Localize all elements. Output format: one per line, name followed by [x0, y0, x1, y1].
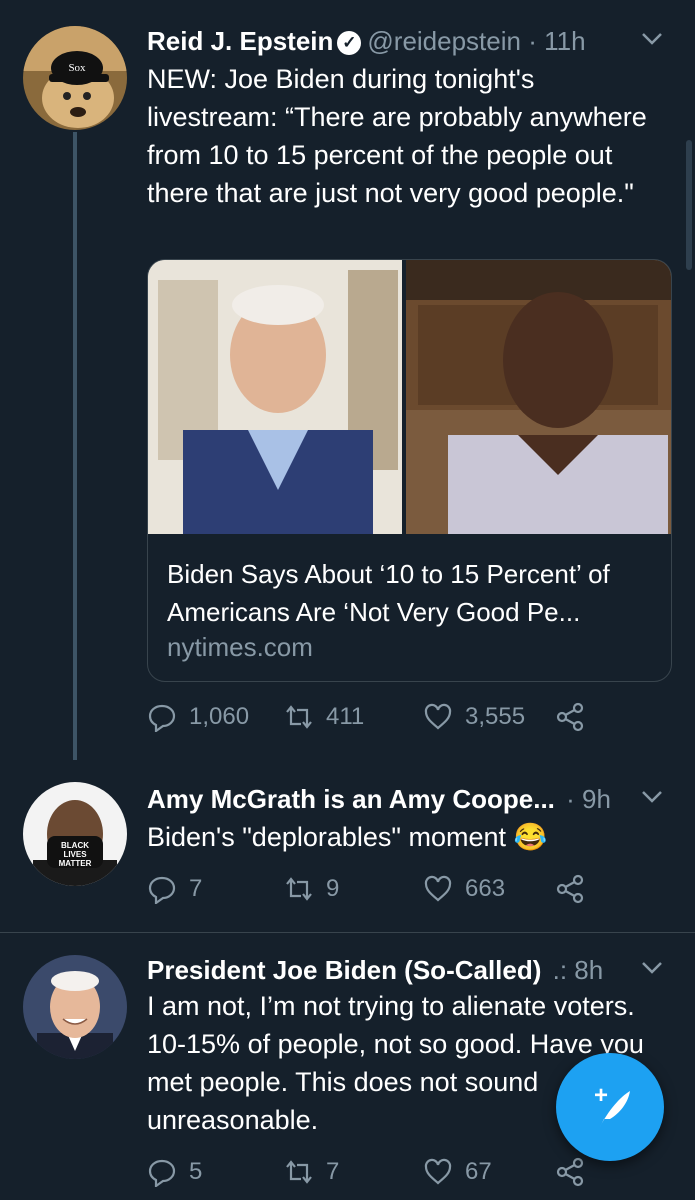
reply-count: 5: [189, 1158, 203, 1185]
retweet-count: 7: [326, 1158, 340, 1185]
reply-button[interactable]: 1,060: [147, 702, 249, 732]
reply-count: 1,060: [189, 703, 250, 730]
chevron-down-icon[interactable]: [639, 784, 665, 817]
timestamp[interactable]: · 9h: [566, 784, 611, 814]
compose-tweet-button[interactable]: +: [556, 1053, 664, 1161]
link-card[interactable]: Biden Says About ‘10 to 15 Percent’ of A…: [147, 259, 672, 682]
reply-icon: [148, 1159, 176, 1187]
like-icon: [424, 875, 452, 902]
card-domain: nytimes.com: [167, 632, 313, 662]
tweet-text: NEW: Joe Biden during tonight's livestre…: [147, 64, 647, 208]
display-name[interactable]: President Joe Biden (So-Called): [147, 955, 541, 985]
reply-icon: [148, 704, 176, 732]
retweet-icon: [286, 705, 312, 729]
chevron-down-icon[interactable]: [639, 955, 665, 988]
share-button[interactable]: [555, 1157, 585, 1187]
avatar[interactable]: Sox: [23, 26, 127, 130]
avatar[interactable]: [23, 955, 127, 1059]
handle[interactable]: @reidepstein: [367, 26, 521, 56]
like-count: 67: [465, 1158, 492, 1185]
svg-text:Sox: Sox: [68, 62, 86, 74]
reply-button[interactable]: 7: [147, 874, 202, 904]
tweet-amy-mcgrath[interactable]: BLACK LIVES MATTER Amy McGrath is an Amy…: [0, 760, 695, 930]
display-name[interactable]: Amy McGrath is an Amy Coope...: [147, 784, 555, 814]
share-icon: [556, 702, 584, 732]
retweet-icon: [286, 877, 312, 901]
retweet-icon: [286, 1160, 312, 1184]
svg-text:LIVES: LIVES: [63, 850, 87, 859]
compose-icon: +: [594, 1082, 630, 1127]
like-button[interactable]: 3,555: [423, 702, 525, 732]
share-button[interactable]: [555, 874, 585, 904]
card-image: [148, 260, 671, 534]
timestamp[interactable]: · 11h: [528, 26, 585, 56]
like-icon: [424, 703, 452, 730]
retweet-button[interactable]: 7: [284, 1157, 339, 1187]
tweet-text: Biden's "deplorables" moment 😂: [147, 822, 548, 852]
retweet-button[interactable]: 411: [284, 702, 364, 732]
svg-text:+: +: [594, 1082, 608, 1109]
like-count: 663: [465, 875, 506, 902]
share-icon: [556, 1157, 584, 1187]
display-name[interactable]: Reid J. Epstein: [147, 26, 333, 56]
tweet-reid-epstein[interactable]: Sox Reid J. Epstein ✓ @reidepstein · 11h N…: [0, 0, 695, 760]
timestamp[interactable]: .: 8h: [553, 955, 604, 985]
chevron-down-icon[interactable]: [639, 26, 665, 59]
retweet-button[interactable]: 9: [284, 874, 339, 904]
svg-text:BLACK: BLACK: [61, 841, 89, 850]
verified-icon: ✓: [337, 31, 362, 55]
card-title[interactable]: Biden Says About ‘10 to 15 Percent’ of A…: [167, 555, 657, 631]
like-button[interactable]: 663: [423, 874, 505, 904]
retweet-count: 411: [326, 703, 365, 730]
share-button[interactable]: [555, 702, 585, 732]
retweet-count: 9: [326, 875, 340, 902]
reply-icon: [148, 876, 176, 904]
share-icon: [556, 874, 584, 904]
reply-button[interactable]: 5: [147, 1157, 202, 1187]
like-count: 3,555: [465, 703, 526, 730]
svg-text:MATTER: MATTER: [59, 859, 92, 868]
like-button[interactable]: 67: [423, 1157, 492, 1187]
reply-count: 7: [189, 875, 203, 902]
like-icon: [424, 1158, 452, 1185]
avatar[interactable]: BLACK LIVES MATTER: [23, 782, 127, 886]
